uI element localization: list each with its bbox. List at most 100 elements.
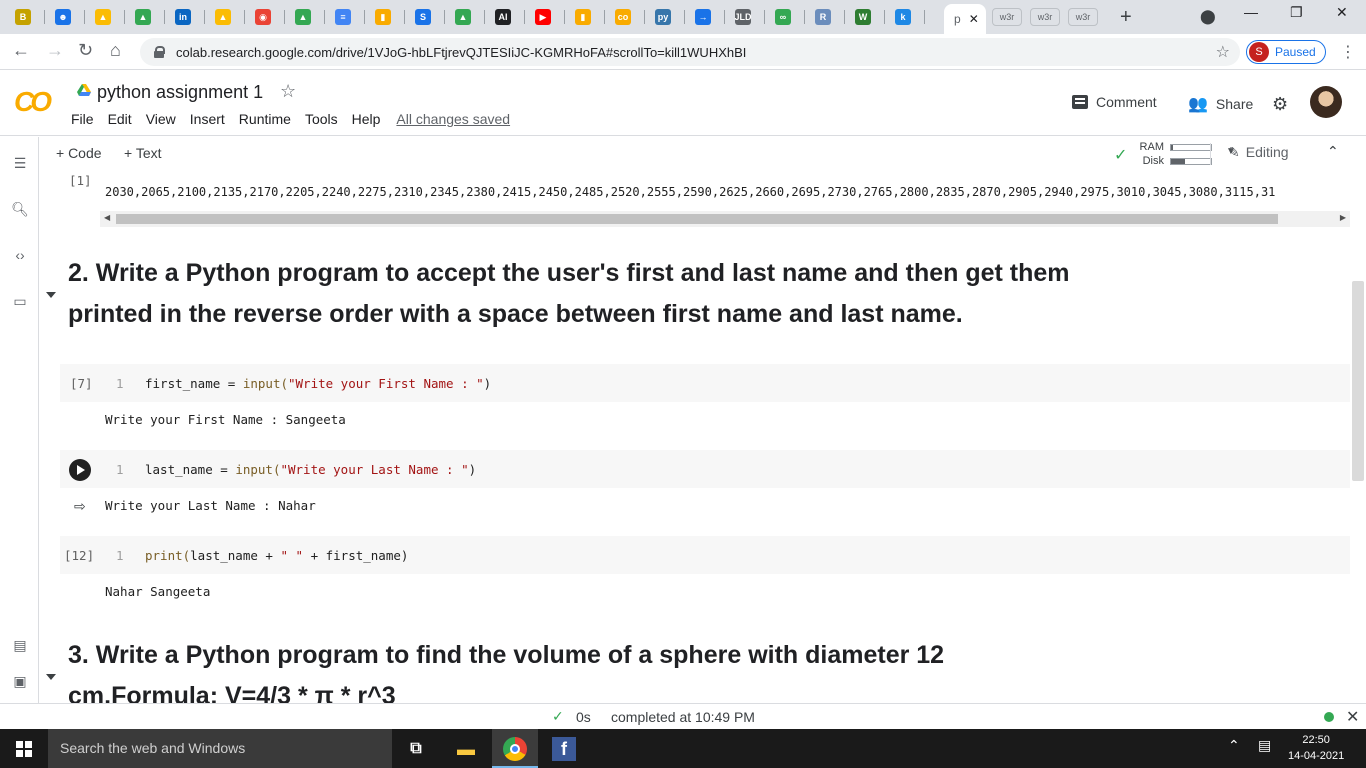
- editing-mode-button[interactable]: ✎ Editing: [1228, 144, 1289, 161]
- browser-tab[interactable]: JLD: [728, 6, 758, 28]
- notifications-icon[interactable]: ▤: [1258, 737, 1271, 754]
- bookmark-star-icon[interactable]: ☆: [1216, 42, 1230, 62]
- menu-item-file[interactable]: File: [71, 111, 94, 127]
- disk-bar: [1170, 158, 1212, 165]
- collapse-header-icon[interactable]: ⌃: [1327, 143, 1339, 160]
- chrome-icon[interactable]: [503, 737, 527, 761]
- facebook-icon[interactable]: f: [552, 737, 576, 761]
- scroll-right-icon[interactable]: ▶: [1340, 213, 1346, 222]
- restore-icon[interactable]: ❐: [1290, 4, 1303, 21]
- close-status-icon[interactable]: ✕: [1346, 707, 1359, 727]
- browser-tab[interactable]: ▲: [208, 6, 238, 28]
- browser-tab[interactable]: ∞: [768, 6, 798, 28]
- reload-icon[interactable]: ↻: [78, 40, 93, 61]
- menu-item-insert[interactable]: Insert: [190, 111, 225, 127]
- browser-tab[interactable]: S: [408, 6, 438, 28]
- user-avatar[interactable]: [1310, 86, 1342, 118]
- browser-tab[interactable]: ▲: [448, 6, 478, 28]
- profile-button[interactable]: S Paused: [1246, 40, 1326, 64]
- code-text[interactable]: last_name = input("Write your Last Name …: [145, 462, 476, 477]
- section-collapse-caret[interactable]: [46, 674, 56, 680]
- drive-icon[interactable]: [77, 84, 91, 96]
- menu-item-tools[interactable]: Tools: [305, 111, 338, 127]
- close-tab-icon[interactable]: ✕: [969, 12, 979, 26]
- comment-button[interactable]: Comment: [1072, 94, 1157, 110]
- code-text[interactable]: first_name = input("Write your First Nam…: [145, 376, 491, 391]
- browser-menu-icon[interactable]: ⋮: [1340, 42, 1356, 62]
- cell-output: Write your Last Name : Nahar: [105, 498, 316, 513]
- browser-tab[interactable]: ▲: [128, 6, 158, 28]
- scroll-left-icon[interactable]: ◀: [104, 213, 110, 222]
- code-cell[interactable]: 1 last_name = input("Write your Last Nam…: [60, 450, 1350, 488]
- code-text[interactable]: print(last_name + " " + first_name): [145, 548, 408, 563]
- browser-tab-w3r[interactable]: w3r: [992, 8, 1022, 26]
- browser-tab[interactable]: py: [648, 6, 678, 28]
- new-tab-icon[interactable]: +: [1120, 6, 1132, 29]
- star-icon[interactable]: ☆: [280, 81, 296, 102]
- browser-tab-w3r[interactable]: w3r: [1068, 8, 1098, 26]
- home-icon[interactable]: ⌂: [110, 40, 121, 61]
- section-collapse-caret[interactable]: [46, 292, 56, 298]
- file-explorer-icon[interactable]: ▬: [454, 737, 478, 761]
- output-horizontal-scrollbar[interactable]: ◀ ▶: [100, 211, 1350, 227]
- resources-indicator[interactable]: ✓ RAM Disk ▼: [1114, 140, 1244, 168]
- table-of-contents-icon[interactable]: ☰: [10, 155, 30, 172]
- drive-icon: ▲: [135, 9, 151, 25]
- browser-tab[interactable]: W: [848, 6, 878, 28]
- active-tab-label: p: [954, 12, 961, 26]
- files-folder-icon[interactable]: ▭: [10, 293, 30, 310]
- notebook-vertical-scrollbar[interactable]: [1352, 281, 1364, 481]
- exec-completed[interactable]: completed at 10:49 PM: [611, 709, 755, 725]
- notebook-title[interactable]: python assignment 1: [97, 82, 263, 103]
- browser-tab[interactable]: ▲: [88, 6, 118, 28]
- section-heading-2: 2. Write a Python program to accept the …: [68, 253, 1070, 335]
- browser-tab[interactable]: in: [168, 6, 198, 28]
- minimize-icon[interactable]: —: [1244, 4, 1258, 20]
- add-text-button[interactable]: + Text: [124, 145, 162, 161]
- browser-tab[interactable]: →: [688, 6, 718, 28]
- browser-tab[interactable]: ≡: [328, 6, 358, 28]
- heading-line: 3. Write a Python program to find the vo…: [68, 641, 945, 669]
- task-view-icon[interactable]: ⧉: [404, 737, 428, 761]
- address-bar[interactable]: colab.research.google.com/drive/1VJoG-hb…: [140, 38, 1240, 66]
- browser-tab-w3r[interactable]: w3r: [1030, 8, 1060, 26]
- tray-expand-icon[interactable]: ⌃: [1228, 737, 1240, 754]
- menu-item-runtime[interactable]: Runtime: [239, 111, 291, 127]
- browser-tab[interactable]: ☻: [48, 6, 78, 28]
- output-actions-icon[interactable]: ⇨: [74, 498, 86, 515]
- command-palette-icon[interactable]: ▤: [10, 637, 30, 654]
- settings-gear-icon[interactable]: ⚙: [1272, 94, 1288, 115]
- menu-item-view[interactable]: View: [146, 111, 176, 127]
- back-icon[interactable]: ←: [12, 40, 30, 61]
- browser-tab[interactable]: ▮: [568, 6, 598, 28]
- code-cell[interactable]: [12] 1 print(last_name + " " + first_nam…: [60, 536, 1350, 574]
- terminal-icon[interactable]: ▣: [10, 673, 30, 690]
- browser-tab[interactable]: ◉: [248, 6, 278, 28]
- taskbar-clock[interactable]: 22:50 14-04-2021: [1288, 732, 1344, 764]
- add-code-button[interactable]: + Code: [56, 145, 102, 161]
- active-browser-tab[interactable]: p ✕: [944, 4, 986, 34]
- profile-dropdown-icon[interactable]: ⬤: [1200, 8, 1216, 25]
- browser-tab[interactable]: AI: [488, 6, 518, 28]
- browser-tab[interactable]: ▶: [528, 6, 558, 28]
- run-cell-button[interactable]: [69, 459, 91, 481]
- menu-item-help[interactable]: Help: [352, 111, 381, 127]
- browser-tab[interactable]: k: [888, 6, 918, 28]
- search-icon[interactable]: 🔍︎: [10, 201, 30, 218]
- code-cell[interactable]: [7] 1 first_name = input("Write your Fir…: [60, 364, 1350, 402]
- windows-start-icon[interactable]: [16, 741, 32, 757]
- scrollbar-thumb[interactable]: [116, 214, 1278, 224]
- browser-tab[interactable]: B: [8, 6, 38, 28]
- taskbar-search[interactable]: Search the web and Windows: [48, 729, 392, 768]
- share-button[interactable]: 👥 Share: [1188, 94, 1253, 114]
- menu-item-edit[interactable]: Edit: [108, 111, 132, 127]
- code-snippets-icon[interactable]: ‹›: [10, 247, 30, 263]
- browser-tab[interactable]: ▲: [288, 6, 318, 28]
- browser-tab[interactable]: ▮: [368, 6, 398, 28]
- save-status[interactable]: All changes saved: [396, 111, 510, 127]
- colab-logo[interactable]: CO: [14, 86, 52, 118]
- browser-tab[interactable]: co: [608, 6, 638, 28]
- close-window-icon[interactable]: ✕: [1336, 4, 1348, 21]
- forward-icon[interactable]: →: [46, 40, 64, 61]
- browser-tab[interactable]: R: [808, 6, 838, 28]
